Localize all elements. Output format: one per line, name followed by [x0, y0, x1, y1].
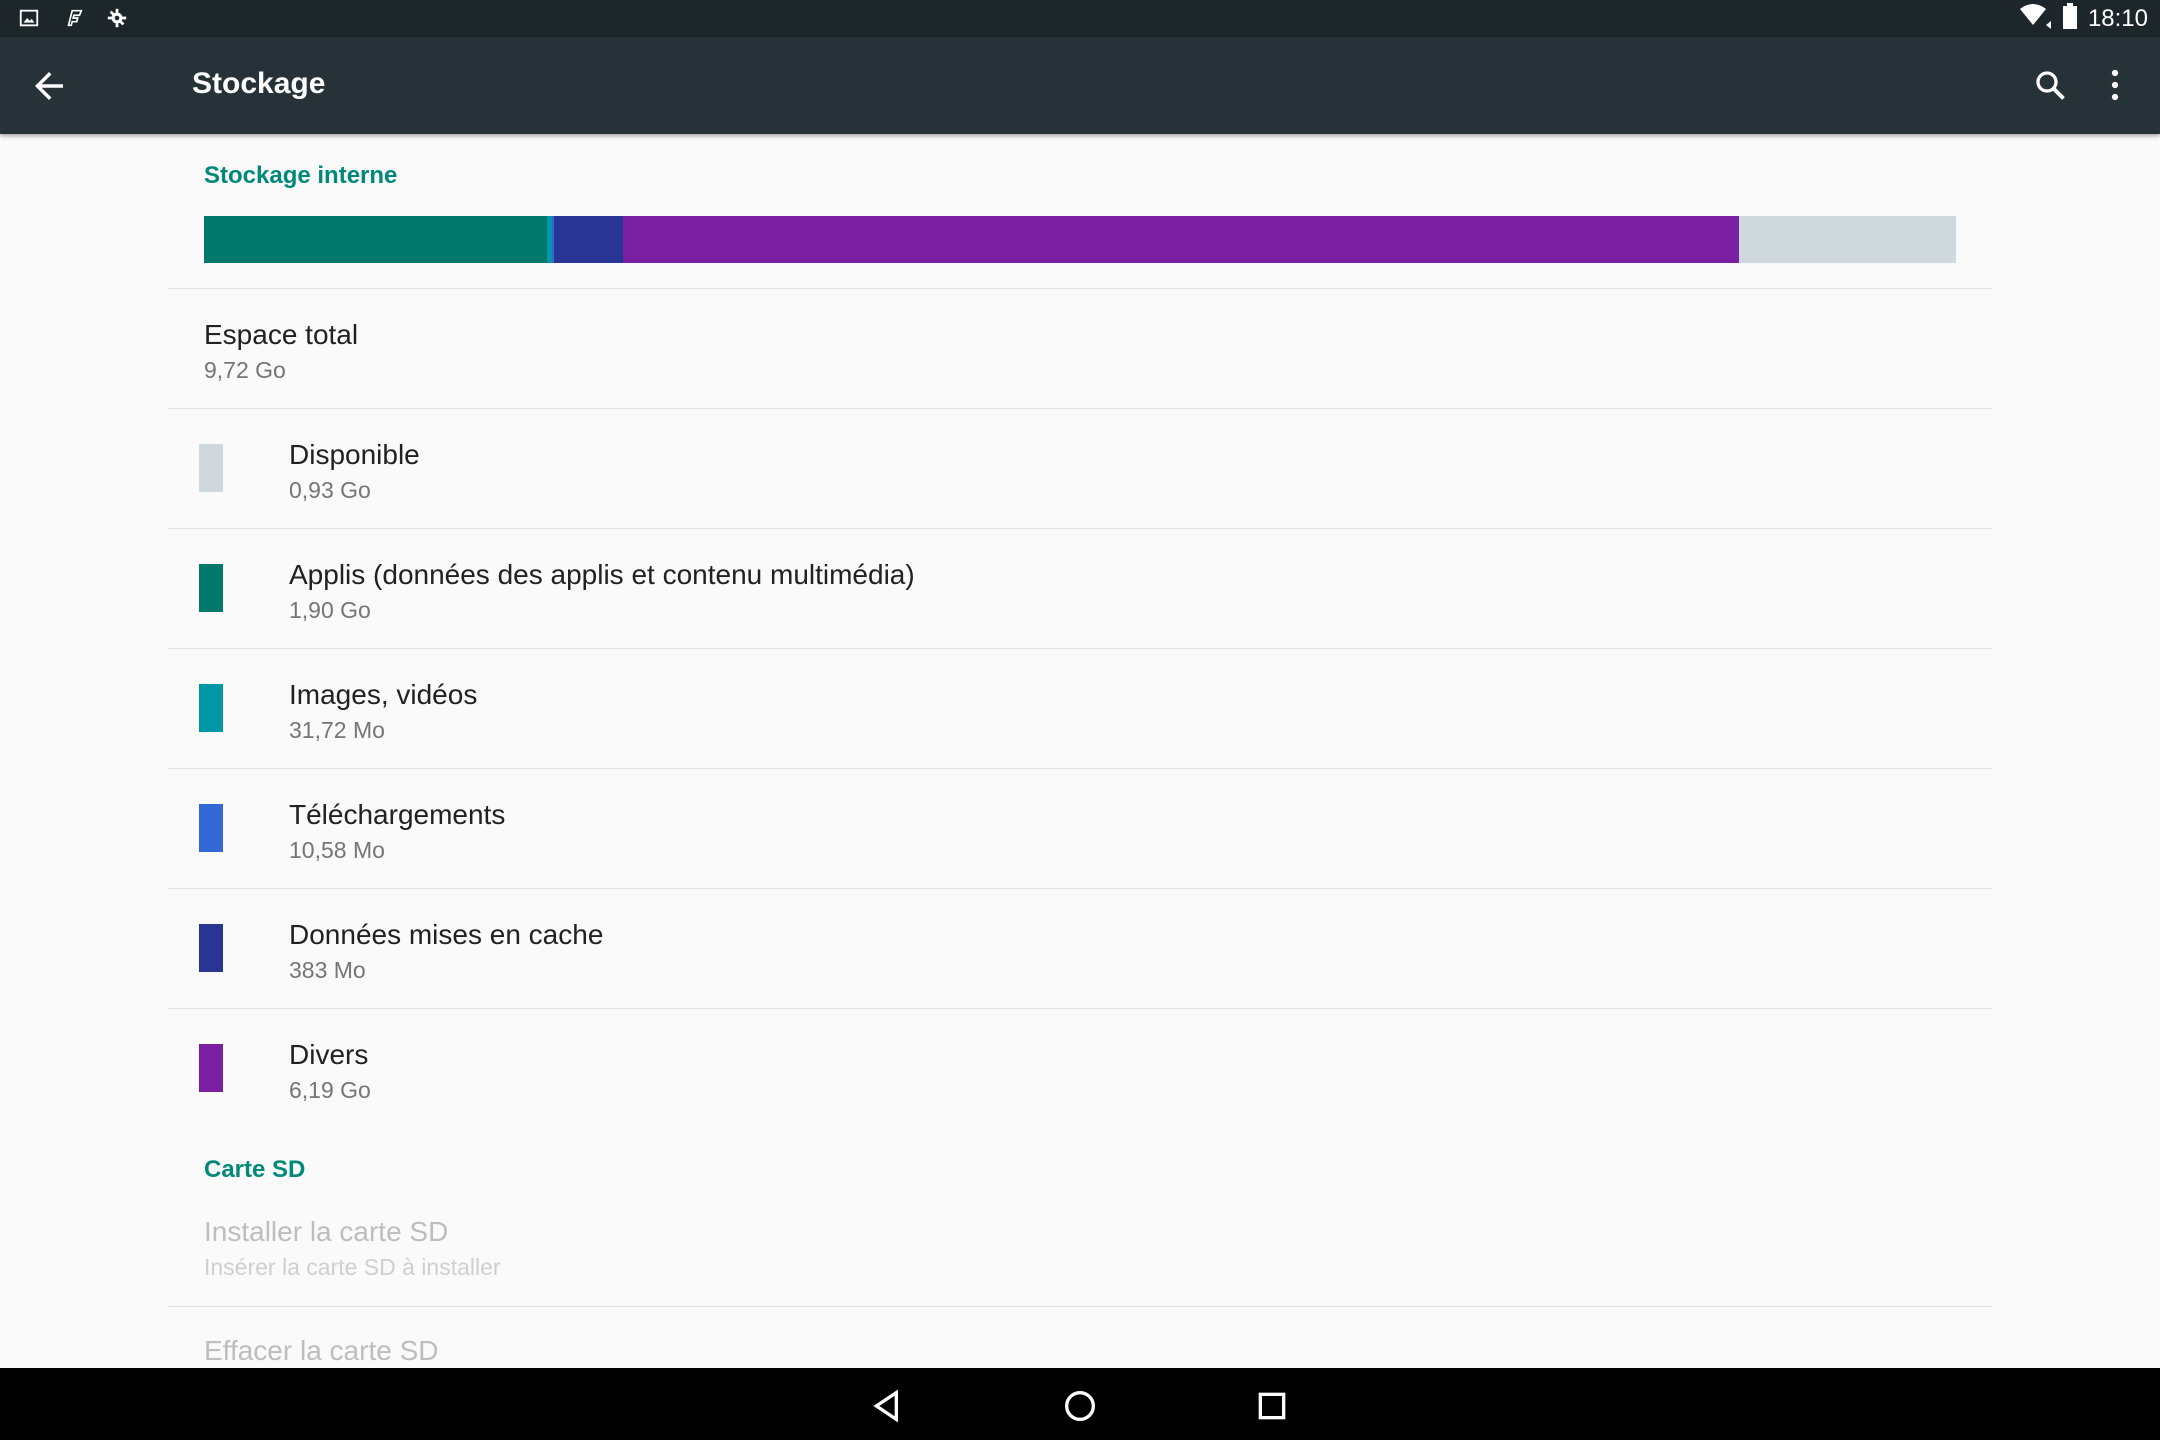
category-title: Données mises en cache	[289, 919, 604, 950]
category-size: 6,19 Go	[289, 1077, 371, 1103]
category-color-swatch	[199, 444, 223, 492]
arrow-back-icon[interactable]	[28, 65, 70, 107]
usage-segment	[554, 216, 624, 263]
category-title: Images, vidéos	[289, 679, 478, 710]
page-title: Stockage	[192, 67, 326, 100]
section-header-internal: Stockage interne	[204, 162, 398, 189]
navigation-bar	[0, 1368, 2160, 1440]
storage-category-row[interactable]: Données mises en cache 383 Mo	[0, 889, 2160, 1008]
category-color-swatch	[199, 924, 223, 972]
status-bar: 18:10	[0, 0, 2160, 37]
category-title: Téléchargements	[289, 799, 506, 830]
category-size: 10,58 Mo	[289, 837, 385, 863]
usage-segment	[1738, 216, 1956, 263]
storage-category-row[interactable]: Images, vidéos 31,72 Mo	[0, 649, 2160, 768]
category-color-swatch	[199, 1044, 223, 1092]
category-size: 31,72 Mo	[289, 717, 385, 743]
category-size: 0,93 Go	[289, 477, 371, 503]
install-sd-subtitle: Insérer la carte SD à installer	[204, 1254, 501, 1280]
total-space-row[interactable]: Espace total 9,72 Go	[0, 289, 2160, 408]
install-sd-row: Installer la carte SD Insérer la carte S…	[0, 1196, 2160, 1315]
category-title: Applis (données des applis et contenu mu…	[289, 559, 915, 590]
app-toolbar: Stockage	[0, 37, 2160, 134]
total-space-value: 9,72 Go	[204, 357, 286, 383]
nav-recents-icon[interactable]	[1252, 1386, 1292, 1426]
storage-usage-bar	[204, 216, 1956, 263]
storage-category-row[interactable]: Téléchargements 10,58 Mo	[0, 769, 2160, 888]
category-size: 383 Mo	[289, 957, 366, 983]
storage-category-row[interactable]: Applis (données des applis et contenu mu…	[0, 529, 2160, 648]
battery-icon	[2062, 3, 2078, 34]
erase-sd-row: Effacer la carte SD	[0, 1307, 2160, 1368]
erase-sd-title: Effacer la carte SD	[204, 1335, 439, 1366]
category-color-swatch	[199, 804, 223, 852]
category-size: 1,90 Go	[289, 597, 371, 623]
more-vert-icon[interactable]	[2100, 67, 2130, 107]
category-color-swatch	[199, 564, 223, 612]
flipboard-icon	[62, 7, 86, 31]
install-sd-title: Installer la carte SD	[204, 1216, 449, 1247]
usage-segment	[623, 216, 1739, 263]
category-title: Divers	[289, 1039, 369, 1070]
category-color-swatch	[199, 684, 223, 732]
section-header-sd: Carte SD	[204, 1156, 306, 1183]
nav-back-icon[interactable]	[868, 1386, 908, 1426]
total-space-title: Espace total	[204, 319, 359, 350]
wifi-icon	[2018, 3, 2052, 34]
nav-home-icon[interactable]	[1060, 1386, 1100, 1426]
storage-category-row[interactable]: Disponible 0,93 Go	[0, 409, 2160, 528]
image-icon	[18, 7, 42, 31]
storage-category-row[interactable]: Divers 6,19 Go	[0, 1009, 2160, 1128]
category-title: Disponible	[289, 439, 420, 470]
status-clock: 18:10	[2087, 4, 2148, 32]
storage-content: Stockage interne Espace total 9,72 Go Di…	[0, 134, 2160, 1368]
search-icon[interactable]	[2032, 67, 2072, 107]
usage-segment	[204, 216, 547, 263]
settings-gear-icon	[106, 7, 130, 31]
